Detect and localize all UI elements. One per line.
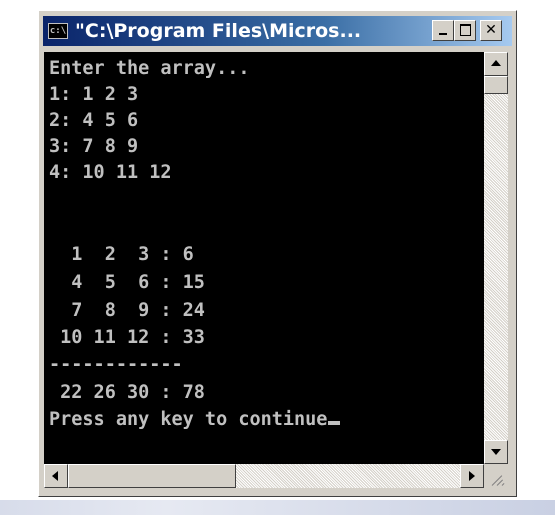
console-line: ------------ <box>49 354 183 375</box>
close-icon: ✕ <box>485 22 497 38</box>
horizontal-scroll-thumb[interactable] <box>68 464 236 488</box>
console-window[interactable]: c:\ "C:\Program Files\Micros... ✕ Enter … <box>38 10 517 497</box>
scroll-right-button[interactable] <box>460 464 484 488</box>
console-line: Enter the array... <box>49 58 250 79</box>
scroll-left-button[interactable] <box>44 464 68 488</box>
arrow-right-icon <box>469 471 475 481</box>
maximize-button[interactable] <box>454 20 476 41</box>
console-line: 1: 1 2 3 <box>49 84 139 105</box>
maximize-icon <box>460 24 471 36</box>
arrow-down-icon <box>491 449 501 455</box>
console-icon[interactable]: c:\ <box>48 23 68 39</box>
background-band <box>0 500 555 515</box>
console-line: 2: 4 5 6 <box>49 110 139 131</box>
scroll-up-button[interactable] <box>484 52 508 76</box>
console-line: 4: 10 11 12 <box>49 162 172 183</box>
vertical-scroll-thumb[interactable] <box>484 76 508 94</box>
horizontal-scrollbar[interactable] <box>44 464 484 488</box>
vertical-scrollbar[interactable] <box>484 52 508 464</box>
size-grip[interactable] <box>484 464 508 488</box>
console-output[interactable]: Enter the array... 1: 1 2 3 2: 4 5 6 3: … <box>44 52 484 464</box>
console-line: 1 2 3 : 6 <box>49 244 194 265</box>
console-line: 3: 7 8 9 <box>49 136 139 157</box>
close-button[interactable]: ✕ <box>480 20 502 41</box>
console-prompt-line: Press any key to continue <box>49 407 341 433</box>
minimize-icon <box>439 33 447 35</box>
arrow-up-icon <box>491 60 501 66</box>
scroll-down-button[interactable] <box>484 440 508 464</box>
minimize-button[interactable] <box>432 20 454 41</box>
prompt-text: Press any key to continue <box>49 409 328 430</box>
window-title: "C:\Program Files\Micros... <box>75 20 362 42</box>
text-cursor <box>328 421 341 425</box>
console-line: 10 11 12 : 33 <box>49 327 205 348</box>
title-bar[interactable]: c:\ "C:\Program Files\Micros... ✕ <box>43 16 512 46</box>
console-line: 7 8 9 : 24 <box>49 300 205 321</box>
console-line: 4 5 6 : 15 <box>49 272 205 293</box>
arrow-left-icon <box>52 471 58 481</box>
console-line: 22 26 30 : 78 <box>49 382 205 403</box>
grip-icon <box>501 483 505 486</box>
